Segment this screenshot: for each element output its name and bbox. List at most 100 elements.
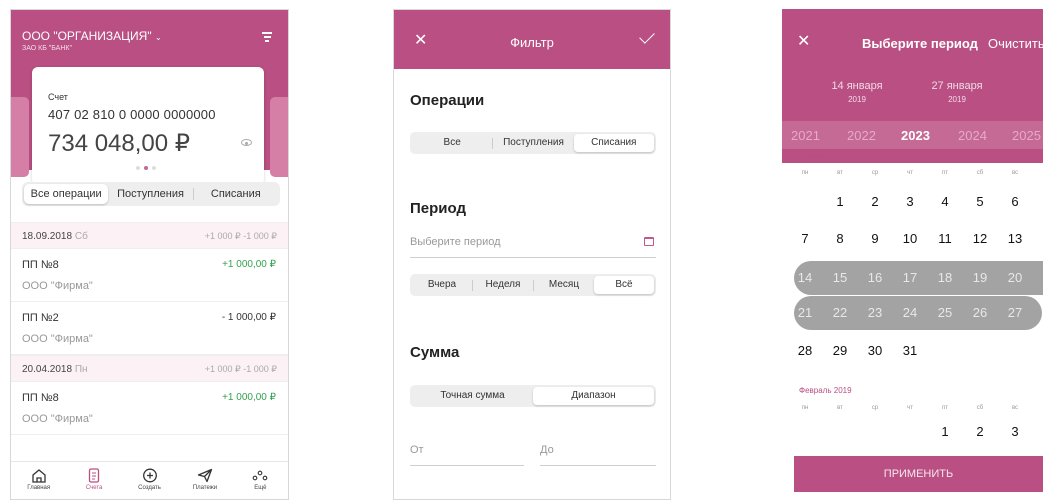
calendar-day-in-range[interactable]: 23: [863, 305, 887, 320]
option-all[interactable]: Все: [412, 134, 492, 152]
period-field[interactable]: Выберите период: [410, 236, 656, 258]
calendar-day[interactable]: 3: [898, 194, 922, 209]
calendar-icon[interactable]: [644, 237, 654, 246]
calendar-day[interactable]: 10: [898, 231, 922, 246]
option-range[interactable]: Диапазон: [533, 387, 654, 405]
calendar-day-in-range[interactable]: 21: [793, 305, 817, 320]
calendar-day[interactable]: 4: [933, 194, 957, 209]
operations-section-title: Операции: [410, 92, 485, 109]
next-card-peek[interactable]: [270, 97, 288, 177]
option-all-time[interactable]: Всё: [594, 276, 654, 294]
calendar-day[interactable]: 2: [968, 424, 992, 439]
operations-segment: Все Поступления Списания: [410, 132, 656, 154]
calendar-day[interactable]: 12: [968, 231, 992, 246]
calendar-day-in-range[interactable]: 19: [968, 270, 992, 285]
period-placeholder: Выберите период: [410, 236, 501, 248]
calendar-day[interactable]: 3: [1003, 424, 1027, 439]
calendar-day[interactable]: 9: [863, 231, 887, 246]
operation-row[interactable]: ПП №8 ООО "Фирма" +1 000,00 ₽: [11, 249, 288, 302]
home-icon: [32, 469, 46, 483]
weekday-label: сб: [976, 405, 984, 411]
start-date[interactable]: 14 января 2019: [822, 80, 892, 104]
year-item[interactable]: 2025: [1012, 128, 1041, 143]
sum-from-field[interactable]: От: [410, 444, 524, 466]
period-section-title: Период: [410, 200, 466, 217]
calendar-day[interactable]: 1: [933, 424, 957, 439]
nav-home[interactable]: Главная: [11, 462, 66, 499]
end-date[interactable]: 27 января 2019: [922, 80, 992, 104]
operation-row[interactable]: ПП №2 ООО "Фирма" - 1 000,00 ₽: [11, 302, 288, 355]
calendar-day-in-range[interactable]: 18: [933, 270, 957, 285]
calendar-day-in-range[interactable]: 25: [933, 305, 957, 320]
calendar-day[interactable]: 2: [863, 194, 887, 209]
close-icon[interactable]: ✕: [797, 31, 810, 51]
more-icon: [252, 470, 268, 481]
calendar-day-in-range[interactable]: 24: [898, 305, 922, 320]
nav-more[interactable]: Ещё: [233, 462, 288, 499]
year-item[interactable]: 2021: [791, 128, 820, 143]
plus-circle-icon: [142, 468, 157, 483]
option-month[interactable]: Месяц: [534, 276, 594, 294]
calendar-day-in-range[interactable]: 27: [1003, 305, 1027, 320]
weekday-label: пн: [801, 405, 809, 411]
calendar-day[interactable]: 8: [828, 231, 852, 246]
operation-name: ПП №8: [22, 392, 59, 404]
calendar-day-in-range[interactable]: 15: [828, 270, 852, 285]
calendar-day-in-range[interactable]: 22: [828, 305, 852, 320]
sum-to-field[interactable]: До: [540, 444, 656, 466]
calendar-day[interactable]: 13: [1003, 231, 1027, 246]
clear-button[interactable]: Очистить: [988, 36, 1043, 51]
nav-label: Счета: [85, 485, 103, 491]
filter-icon[interactable]: [262, 32, 272, 42]
calendar-day-in-range[interactable]: 26: [968, 305, 992, 320]
apply-button[interactable]: ПРИМЕНИТЬ: [794, 456, 1043, 492]
calendar-day[interactable]: 28: [793, 343, 817, 358]
end-day: 27 января: [931, 80, 983, 92]
weekday-label: вс: [1011, 405, 1019, 411]
calendar-day-in-range[interactable]: 20: [1003, 270, 1027, 285]
nav-payments[interactable]: Платежи: [177, 462, 232, 499]
calendar-day[interactable]: 5: [968, 194, 992, 209]
prev-card-peek[interactable]: [11, 97, 29, 177]
from-placeholder: От: [410, 444, 424, 456]
operation-counterparty: ООО "Фирма": [22, 333, 93, 345]
filter-screen: ✕ Фильтр Операции Все Поступления Списан…: [393, 9, 671, 500]
calendar-day[interactable]: 11: [933, 231, 957, 246]
year-item[interactable]: 2022: [847, 128, 876, 143]
tab-all[interactable]: Все операции: [24, 184, 109, 204]
nav-label: Главная: [27, 485, 51, 491]
calendar-day[interactable]: 7: [793, 231, 817, 246]
org-selector[interactable]: ООО "ОРГАНИЗАЦИЯ" ⌄: [22, 29, 162, 43]
operation-counterparty: ООО "Фирма": [22, 413, 93, 425]
calendar-day[interactable]: 6: [1003, 194, 1027, 209]
calendar-day[interactable]: 29: [828, 343, 852, 358]
weekday: Пн: [74, 364, 88, 375]
calendar-day-in-range[interactable]: 17: [898, 270, 922, 285]
account-card[interactable]: Счет 407 02 810 0 0000 0000000 734 048,0…: [32, 67, 264, 185]
period-segment: Вчера Неделя Месяц Всё: [410, 274, 656, 296]
bottom-nav: Главная Счета Создать Платежи Ещё: [11, 461, 288, 499]
operation-row[interactable]: ПП №8 ООО "Фирма" +1 000,00 ₽: [11, 382, 288, 435]
date: 18.09.2018: [22, 231, 73, 242]
option-week[interactable]: Неделя: [473, 276, 533, 294]
calendar-day-in-range[interactable]: 14: [793, 270, 817, 285]
option-income[interactable]: Поступления: [493, 134, 573, 152]
day-totals: +1 000 ₽ -1 000 ₽: [204, 231, 277, 241]
nav-accounts[interactable]: Счета: [66, 462, 121, 499]
year-item[interactable]: 2024: [958, 128, 987, 143]
option-exact-sum[interactable]: Точная сумма: [412, 387, 533, 405]
calendar-day-in-range[interactable]: 16: [863, 270, 887, 285]
calendar-day[interactable]: 31: [898, 343, 922, 358]
operation-amount: - 1 000,00 ₽: [221, 312, 276, 323]
tab-income[interactable]: Поступления: [108, 184, 192, 204]
nav-create[interactable]: Создать: [122, 462, 177, 499]
calendar-day[interactable]: 1: [828, 194, 852, 209]
option-expense[interactable]: Списания: [573, 134, 654, 152]
eye-icon[interactable]: [241, 139, 252, 146]
tab-expense[interactable]: Списания: [194, 184, 278, 204]
bank-name: ЗАО КБ "БАНК": [22, 45, 72, 52]
weekday: Сб: [74, 231, 88, 242]
year-item-selected[interactable]: 2023: [901, 128, 930, 143]
option-yesterday[interactable]: Вчера: [412, 276, 472, 294]
calendar-day[interactable]: 30: [863, 343, 887, 358]
